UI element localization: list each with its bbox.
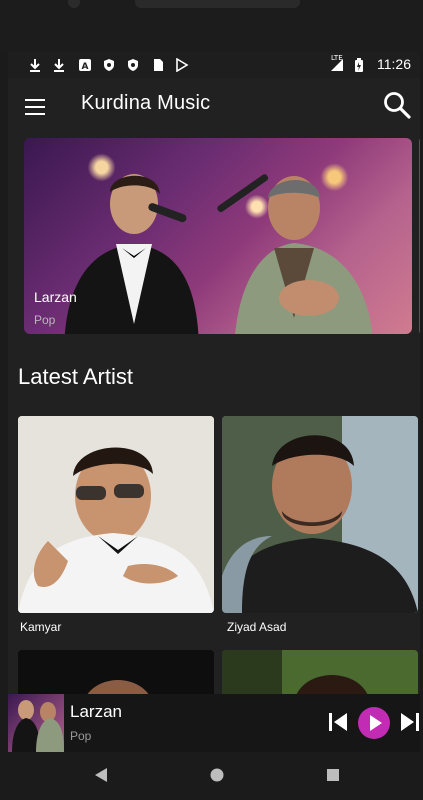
now-playing-genre: Pop (70, 729, 92, 743)
next-banner-peek[interactable] (419, 138, 420, 334)
featured-genre: Pop (34, 313, 56, 327)
download-icon (30, 59, 40, 72)
a-icon: A (79, 59, 91, 72)
battery-icon (355, 58, 363, 72)
top-bezel (0, 0, 423, 52)
hamburger-menu-icon[interactable] (22, 94, 48, 118)
featured-banner[interactable]: Larzan Pop (24, 138, 412, 334)
singer-two-image (217, 174, 373, 334)
recents-square-icon[interactable] (325, 766, 341, 784)
network-type-label: LTE (331, 54, 343, 62)
skip-next-icon[interactable] (400, 711, 420, 733)
search-icon[interactable] (382, 90, 412, 120)
system-nav-bar (0, 752, 423, 800)
artist-photo-3 (18, 650, 214, 700)
play-button[interactable] (358, 707, 390, 739)
front-camera (68, 0, 80, 8)
status-time: 11:26 (377, 56, 411, 72)
home-circle-icon[interactable] (209, 766, 225, 784)
play-icon (370, 715, 382, 731)
app-screen: A LTE 11:26 Kurdina Music Larzan Pop Lat… (8, 52, 420, 752)
phone-device: A LTE 11:26 Kurdina Music Larzan Pop Lat… (0, 0, 423, 800)
skip-previous-icon[interactable] (328, 711, 348, 733)
artist-card-ziyad-asad[interactable] (222, 416, 418, 613)
mini-player[interactable]: Larzan Pop (8, 694, 420, 752)
download-icon (54, 59, 64, 72)
shield-icon (104, 59, 114, 71)
back-triangle-icon[interactable] (93, 766, 109, 784)
artist-card-kamyar[interactable] (18, 416, 214, 613)
artist-photo-kamyar (18, 416, 214, 613)
latest-artist-heading: Latest Artist (18, 364, 133, 389)
artist-card-3[interactable] (18, 650, 214, 700)
svg-text:A: A (82, 62, 89, 72)
now-playing-title: Larzan (70, 702, 122, 721)
artist-name-ziyad-asad: Ziyad Asad (227, 620, 287, 634)
app-bar: Kurdina Music (8, 78, 420, 134)
artist-photo-ziyad-asad (222, 416, 418, 613)
artist-name-kamyar: Kamyar (20, 620, 62, 634)
shield-icon (128, 59, 138, 71)
earpiece-speaker (135, 0, 300, 8)
now-playing-thumbnail (8, 694, 64, 752)
artist-photo-4 (222, 650, 418, 700)
play-store-icon (176, 58, 189, 72)
featured-title: Larzan (34, 289, 77, 305)
artist-card-4[interactable] (222, 650, 418, 700)
status-bar: A LTE 11:26 (8, 52, 420, 78)
singer-one-image (64, 174, 199, 334)
app-title: Kurdina Music (81, 92, 211, 114)
sd-card-icon (154, 59, 163, 71)
